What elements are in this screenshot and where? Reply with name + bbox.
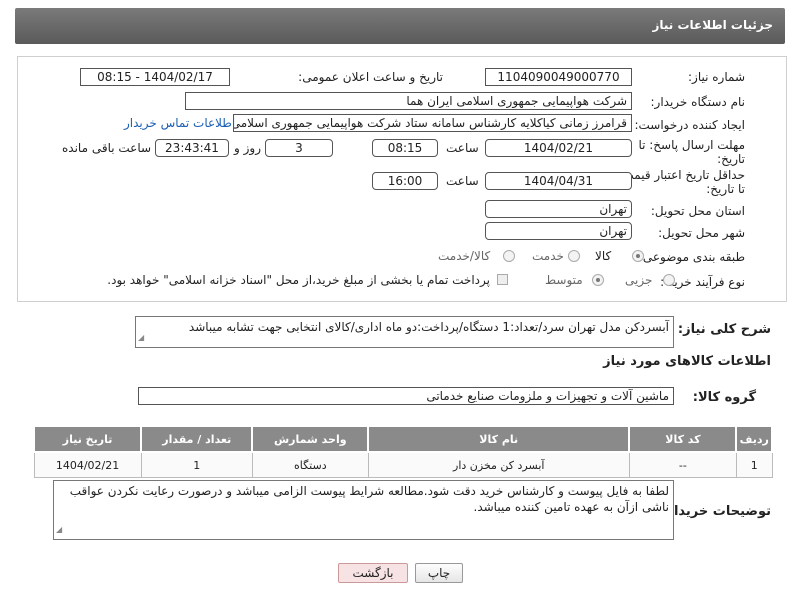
buyer-contact-link[interactable]: اطلاعات تماس خریدار: [124, 116, 235, 130]
cell-row: 1: [735, 451, 773, 478]
table-row[interactable]: 1 -- آبسرد کن مخزن دار دستگاه 1 1404/02/…: [33, 451, 773, 478]
col-code: کد کالا: [628, 425, 738, 453]
title-bar: جزئیات اطلاعات نیاز: [15, 8, 785, 44]
process-radio-minor[interactable]: [663, 274, 675, 286]
category-option-goods-service: کالا/خدمت: [438, 249, 491, 263]
goods-section-title: اطلاعات کالاهای مورد نیاز: [603, 354, 771, 369]
cell-unit: دستگاه: [251, 451, 369, 478]
deadline-time-field[interactable]: 08:15: [372, 139, 438, 157]
price-time-word: ساعت: [446, 174, 479, 188]
col-row: ردیف: [735, 425, 773, 453]
category-label: طبقه بندی موضوعی:: [638, 250, 745, 264]
deadline-label-1: مهلت ارسال پاسخ: تا: [638, 138, 745, 152]
col-date: تاریخ نیاز: [32, 425, 143, 453]
days-field[interactable]: 3: [265, 139, 333, 157]
deadline-label-2: تاریخ:: [717, 152, 745, 166]
category-radio-service[interactable]: [568, 250, 580, 262]
col-qty: تعداد / مقدار: [140, 425, 254, 453]
resize-grip-icon: ◢: [56, 525, 63, 534]
treasury-checkbox[interactable]: [497, 274, 508, 285]
announce-field[interactable]: 1404/02/17 - 08:15: [80, 68, 230, 86]
need-number-field[interactable]: 1104090049000770: [485, 68, 632, 86]
goods-group-field[interactable]: ماشین آلات و تجهیزات و ملزومات صنایع خدم…: [138, 387, 674, 405]
buyer-org-field[interactable]: شرکت هواپیمایی جمهوری اسلامی ایران هما: [185, 92, 632, 110]
need-number-label: شماره نیاز:: [688, 70, 745, 84]
cell-date: 1404/02/21: [33, 451, 142, 478]
cell-qty: 1: [140, 451, 253, 478]
category-option-goods: کالا: [595, 249, 612, 263]
description-textarea[interactable]: آبسردکن مدل تهران سرد/تعداد:1 دستگاه/پرد…: [135, 316, 674, 348]
buyer-notes-label: توضیحات خریدار:: [661, 504, 771, 519]
requester-field[interactable]: قرامرز زمانی کیاکلایه کارشناس سامانه ستا…: [233, 114, 632, 132]
col-name: نام کالا: [367, 425, 631, 453]
cell-code: --: [628, 451, 737, 478]
buyer-notes-text: لطفا به فایل پیوست و کارشناس خرید دقت شو…: [69, 484, 669, 514]
remaining-time-field[interactable]: 23:43:41: [155, 139, 229, 157]
price-validity-label-2: تا تاریخ:: [706, 182, 745, 196]
province-field[interactable]: تهران: [485, 200, 632, 218]
deadline-date-field[interactable]: 1404/02/21: [485, 139, 632, 157]
goods-group-label: گروه کالا:: [692, 390, 756, 405]
need-details-page: جزئیات اطلاعات نیاز AriaTender.neT شماره…: [0, 0, 788, 598]
city-field[interactable]: تهران: [485, 222, 632, 240]
process-option-minor: جزیی: [625, 273, 653, 287]
price-time-field[interactable]: 16:00: [372, 172, 438, 190]
price-date-field[interactable]: 1404/04/31: [485, 172, 632, 190]
col-unit: واحد شمارش: [251, 425, 370, 453]
deadline-time-word: ساعت: [446, 141, 479, 155]
category-option-service: خدمت: [532, 249, 564, 263]
buyer-org-label: نام دستگاه خریدار:: [650, 95, 746, 109]
description-label: شرح کلی نیاز:: [677, 322, 771, 337]
back-button[interactable]: بازگشت: [338, 563, 408, 583]
cell-name: آبسرد کن مخزن دار: [367, 451, 630, 478]
payment-note: پرداخت تمام یا بخشی از مبلغ خرید،از محل …: [107, 273, 490, 287]
province-label: استان محل تحویل:: [650, 204, 745, 218]
category-radio-goods-service[interactable]: [503, 250, 515, 262]
process-radio-medium[interactable]: [592, 274, 604, 286]
description-text: آبسردکن مدل تهران سرد/تعداد:1 دستگاه/پرد…: [188, 320, 669, 334]
page-title: جزئیات اطلاعات نیاز: [652, 18, 773, 32]
goods-table: ردیف کد کالا نام کالا واحد شمارش تعداد /…: [32, 425, 773, 478]
price-validity-label-1: حداقل تاریخ اعتبار قیمت:: [618, 168, 745, 182]
process-option-medium: متوسط: [545, 273, 583, 287]
print-button[interactable]: چاپ: [415, 563, 463, 583]
days-word: روز و: [234, 141, 261, 155]
resize-grip-icon: ◢: [138, 333, 145, 342]
city-label: شهر محل تحویل:: [658, 226, 745, 240]
requester-label: ایجاد کننده درخواست:: [634, 118, 745, 132]
table-header-row: ردیف کد کالا نام کالا واحد شمارش تعداد /…: [32, 425, 773, 453]
category-radio-goods[interactable]: [632, 250, 644, 262]
announce-label: تاریخ و ساعت اعلان عمومی:: [298, 70, 443, 84]
buyer-notes-textarea[interactable]: لطفا به فایل پیوست و کارشناس خرید دقت شو…: [53, 480, 674, 540]
remaining-word: ساعت باقی مانده: [62, 141, 152, 155]
